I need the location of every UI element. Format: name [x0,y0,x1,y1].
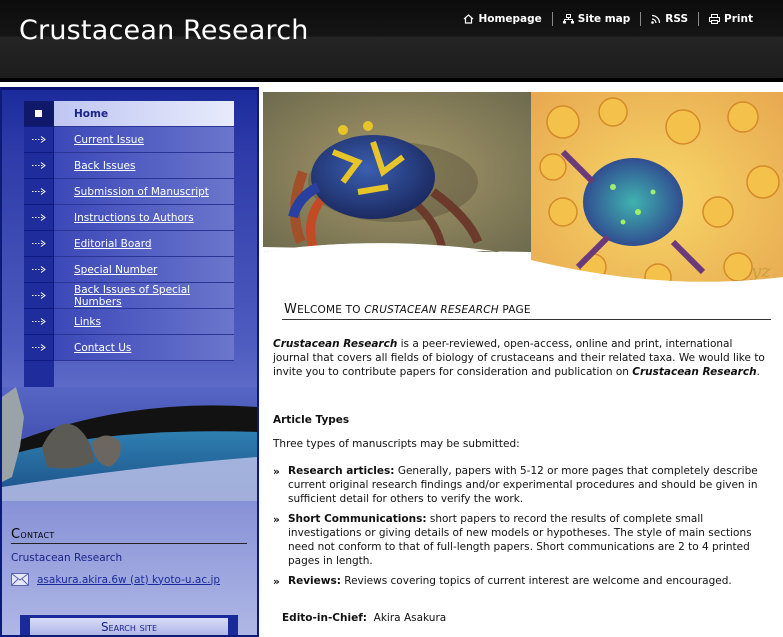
nav-rss[interactable]: RSS [641,13,698,25]
nav-print-label: Print [724,13,753,25]
top-nav: Homepage Site map RSS Print [453,12,763,26]
article-type-name: Research articles: [288,465,395,477]
article-type-item: » Reviews: Reviews covering topics of cur… [273,574,778,588]
rss-icon [651,14,661,24]
article-type-name: Short Communications: [288,513,427,525]
site-header: Crustacean Research Homepage Site map RS… [0,0,783,82]
article-type-item: » Research articles: Generally, papers wi… [273,464,778,506]
nav-homepage-label: Homepage [478,13,542,25]
article-types-list: » Research articles: Generally, papers wi… [273,464,778,594]
welcome-prefix: WELCOME TO [284,302,361,317]
welcome-heading: WELCOME TO CRUSTACEAN RESEARCH PAGE [282,302,771,320]
article-type-name: Reviews: [288,575,341,587]
nav-sitemap-label: Site map [577,13,631,25]
nav-homepage[interactable]: Homepage [453,13,551,25]
bullet-icon: » [273,576,280,588]
editor-in-chief: Edito-in-Chief: Akira Asakura [282,612,446,624]
sidebar: Home Current Issue Back Issues Submission o… [0,87,259,637]
article-type-desc: Reviews covering topics of current inter… [344,575,732,587]
nav-rss-label: RSS [665,13,689,25]
welcome-suffix: PAGE [502,304,531,316]
bullet-icon: » [273,466,280,478]
main-content: yz WELCOME TO CRUSTACEAN RESEARCH PAGE C… [263,92,783,637]
nav-sitemap[interactable]: Site map [553,13,641,25]
intro-text-end: . [756,366,760,378]
intro-journal-name-2: Crustacean Research [632,366,757,378]
article-types-lead: Three types of manuscripts may be submit… [273,438,520,450]
nav-print[interactable]: Print [699,13,763,25]
sitemap-icon [562,14,574,24]
sidebar-frame [0,87,259,637]
print-icon [709,14,721,24]
site-title: Crustacean Research [19,15,309,46]
editor-name: Akira Asakura [373,612,447,624]
intro-paragraph: Crustacean Research is a peer-reviewed, … [273,337,768,379]
bullet-icon: » [273,514,280,526]
home-icon [464,14,474,24]
article-type-item: » Short Communications: short papers to r… [273,512,778,568]
welcome-journal: CRUSTACEAN RESEARCH [360,304,503,316]
hero-crab-photos: yz [263,92,783,302]
header-rule [0,78,783,82]
editor-label: Edito-in-Chief: [282,612,367,624]
article-types-heading: Article Types [273,414,350,426]
intro-journal-name: Crustacean Research [273,338,398,350]
